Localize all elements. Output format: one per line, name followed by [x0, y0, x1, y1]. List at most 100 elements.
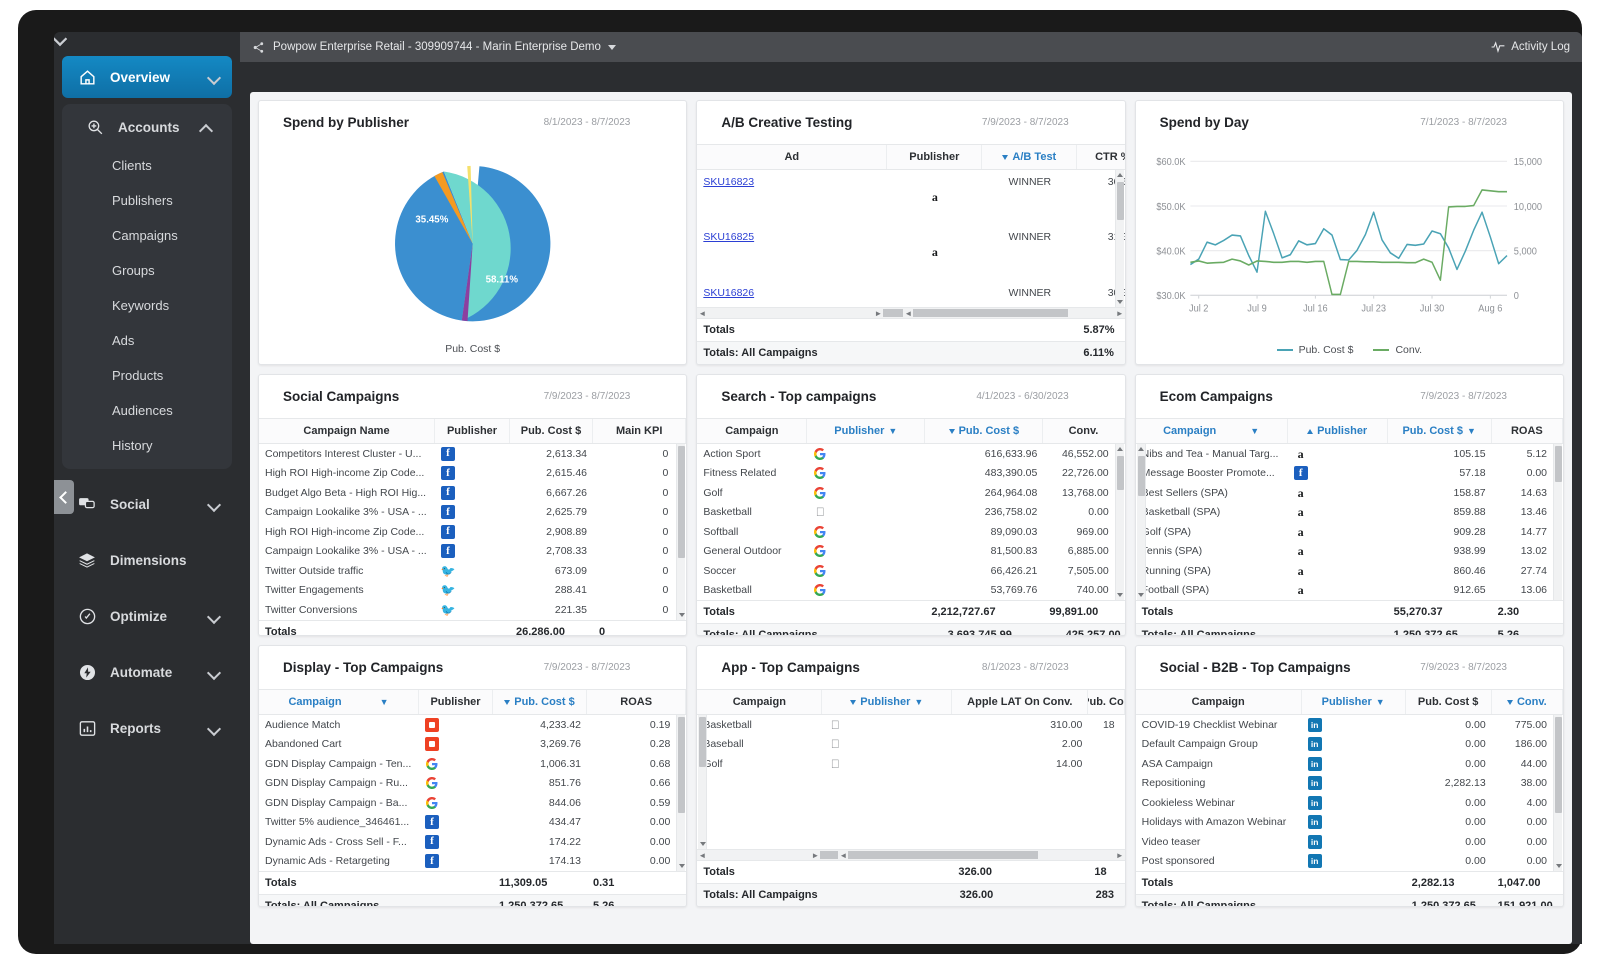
sidebar-item-optimize[interactable]: Optimize: [62, 595, 232, 637]
account-selector-label[interactable]: Powpow Enterprise Retail - 309909744 - M…: [273, 41, 601, 53]
table-row[interactable]: Budget Algo Beta - High ROI Hig...f6,667…: [259, 483, 686, 503]
filter-icon[interactable]: ▼: [914, 697, 923, 707]
col-pub-cost[interactable]: Pub. Cost $: [510, 419, 593, 443]
table-row[interactable]: Audience Match4,233.420.19: [259, 715, 686, 735]
table-row[interactable]: Abandoned Cart3,269.760.28: [259, 735, 686, 755]
table-row[interactable]: Best Sellers (SPA)a158.8714.63: [1136, 483, 1563, 503]
table-row[interactable]: Nibs and Tea - Manual Targ...a105.155.12: [1136, 444, 1563, 464]
scrollbar-thumb[interactable]: [1555, 446, 1562, 482]
vertical-scrollbar[interactable]: [676, 444, 685, 620]
col-campaign[interactable]: Campaign: [697, 419, 807, 443]
hscroll-right-arrow[interactable]: ►: [810, 850, 820, 861]
scroll-up-arrow[interactable]: [1117, 171, 1124, 179]
table-row[interactable]: Basketball310.0018: [697, 715, 1124, 735]
table-row[interactable]: Holidays with Amazon Webinarin0.000.00: [1136, 813, 1563, 833]
table-row[interactable]: GDN Display Campaign - Ba...844.060.59: [259, 793, 686, 813]
table-row[interactable]: Soccer66,426.217,505.00: [697, 561, 1124, 581]
table-row[interactable]: Cookieless Webinarin0.004.00: [1136, 793, 1563, 813]
vertical-scrollbar[interactable]: [1553, 715, 1562, 871]
col-pub-cost[interactable]: Pub. Cost $: [925, 419, 1043, 443]
vertical-scrollbar-right[interactable]: [1553, 444, 1562, 600]
col-publisher[interactable]: Publisher ▼: [807, 419, 925, 443]
col-pub-cost[interactable]: Pub. Cost $ ▼: [1388, 419, 1492, 443]
hscroll-left-arrow[interactable]: ◄: [697, 308, 707, 319]
ad-link[interactable]: SKU16825: [703, 231, 754, 243]
table-row[interactable]: ASA Campaignin0.0044.00: [1136, 754, 1563, 774]
table-row[interactable]: Basketball236,758.020.00: [697, 503, 1124, 523]
hscroll-left-arrow[interactable]: ◄: [697, 850, 707, 861]
sidebar-item-overview[interactable]: Overview: [62, 56, 232, 98]
table-row[interactable]: Baseball2.00: [697, 735, 1124, 755]
table-row[interactable]: Competitors Interest Cluster - U...f2,61…: [259, 444, 686, 464]
col-campaign[interactable]: Campaign: [1136, 690, 1302, 714]
sidebar-item-reports[interactable]: Reports: [62, 707, 232, 749]
table-row[interactable]: Fitness Related483,390.0522,726.00: [697, 464, 1124, 484]
col-campaign[interactable]: Campaign ▼: [259, 690, 419, 714]
filter-icon[interactable]: ▼: [1376, 697, 1385, 707]
chevron-down-icon[interactable]: [208, 666, 220, 678]
col-campaign[interactable]: Campaign: [697, 690, 822, 714]
table-row[interactable]: Football (SPA)a912.6513.06: [1136, 581, 1563, 601]
table-row[interactable]: Tennis (SPA)a938.9913.02: [1136, 542, 1563, 562]
legend-conv[interactable]: Conv.: [1373, 344, 1422, 356]
sidebar-item-history[interactable]: History: [62, 428, 232, 463]
scrollbar-thumb-2[interactable]: [848, 851, 1038, 859]
table-row[interactable]: SKU16825 a WINNER 31.34%: [697, 225, 1124, 280]
table-row[interactable]: GDN Display Campaign - Ru...851.760.66: [259, 774, 686, 794]
vertical-scrollbar[interactable]: [1115, 170, 1124, 307]
table-row[interactable]: GDN Display Campaign - Ten...1,006.310.6…: [259, 754, 686, 774]
chevron-down-icon[interactable]: [208, 722, 220, 734]
table-row[interactable]: Basketball (SPA)a859.8813.46: [1136, 503, 1563, 523]
table-row[interactable]: High ROI High-income Zip Code...f2,615.4…: [259, 464, 686, 484]
scroll-down-arrow[interactable]: [1117, 591, 1124, 599]
ad-link[interactable]: SKU16826: [703, 287, 754, 299]
scrollbar-thumb[interactable]: [699, 717, 706, 767]
col-publisher[interactable]: Publisher: [435, 419, 510, 443]
ad-link[interactable]: SKU16823: [703, 176, 754, 188]
vertical-scrollbar[interactable]: [1137, 444, 1146, 600]
scroll-down-arrow[interactable]: [678, 611, 685, 619]
col-pub-cost[interactable]: Pub. Cos: [1088, 690, 1124, 714]
sidebar-item-clients[interactable]: Clients: [62, 148, 232, 183]
col-campaign-name[interactable]: Campaign Name: [259, 419, 435, 443]
sidebar-item-keywords[interactable]: Keywords: [62, 288, 232, 323]
col-ab-test[interactable]: A/B Test: [982, 145, 1077, 169]
sidebar-item-social[interactable]: Social: [62, 483, 232, 525]
scroll-up-arrow[interactable]: [1138, 445, 1145, 453]
scroll-down-arrow[interactable]: [1117, 298, 1124, 306]
scrollbar-thumb-2[interactable]: [913, 309, 1068, 317]
sidebar-item-publishers[interactable]: Publishers: [62, 183, 232, 218]
table-row[interactable]: Dynamic Ads - Cross Sell - F...f174.220.…: [259, 832, 686, 852]
filter-icon[interactable]: ▼: [1467, 426, 1476, 436]
activity-log-button[interactable]: Activity Log: [1491, 41, 1570, 53]
col-roas[interactable]: ROAS: [1492, 419, 1563, 443]
sidebar-item-dimensions[interactable]: Dimensions: [62, 539, 232, 581]
table-row[interactable]: High ROI High-income Zip Code...f2,908.8…: [259, 522, 686, 542]
col-ctr[interactable]: CTR %: [1077, 145, 1125, 169]
table-row[interactable]: Campaign Lookalike 3% - USA - ...f2,625.…: [259, 503, 686, 523]
col-main-kpi[interactable]: Main KPI: [593, 419, 686, 443]
table-row[interactable]: Running (SPA)a860.4627.74: [1136, 561, 1563, 581]
table-row[interactable]: Twitter Outside traffic🐦673.090: [259, 561, 686, 581]
table-row[interactable]: Dynamic Ads - Retargetingf174.130.00: [259, 852, 686, 872]
table-row[interactable]: Message Booster Promote...f57.180.00: [1136, 464, 1563, 484]
table-row[interactable]: Golf (SPA)a909.2814.77: [1136, 522, 1563, 542]
table-row[interactable]: Video teaserin0.000.00: [1136, 832, 1563, 852]
col-conv[interactable]: Conv.: [1043, 419, 1124, 443]
table-row[interactable]: Default Campaign Groupin0.00186.00: [1136, 735, 1563, 755]
table-row[interactable]: Twitter Engagements🐦288.410: [259, 581, 686, 601]
table-row[interactable]: SKU16823 a WINNER 36.63%: [697, 170, 1124, 225]
table-row[interactable]: Campaign Lookalike 3% - USA - ...f2,708.…: [259, 542, 686, 562]
col-publisher[interactable]: Publisher: [419, 690, 493, 714]
scrollbar-thumb[interactable]: [1555, 717, 1562, 813]
sidebar-item-accounts[interactable]: Accounts: [70, 106, 224, 148]
scroll-up-arrow[interactable]: [1117, 445, 1124, 453]
sidebar-item-groups[interactable]: Groups: [62, 253, 232, 288]
sidebar-item-products[interactable]: Products: [62, 358, 232, 393]
table-row[interactable]: Softball89,090.03969.00: [697, 522, 1124, 542]
col-apple-lat[interactable]: Apple LAT On Conv.: [952, 690, 1088, 714]
horizontal-scrollbar[interactable]: ◄ ► ◄ ►: [697, 849, 1124, 860]
filter-icon[interactable]: ▼: [1250, 426, 1259, 436]
scroll-down-arrow[interactable]: [1138, 591, 1145, 599]
col-publisher[interactable]: Publisher ▼: [822, 690, 952, 714]
